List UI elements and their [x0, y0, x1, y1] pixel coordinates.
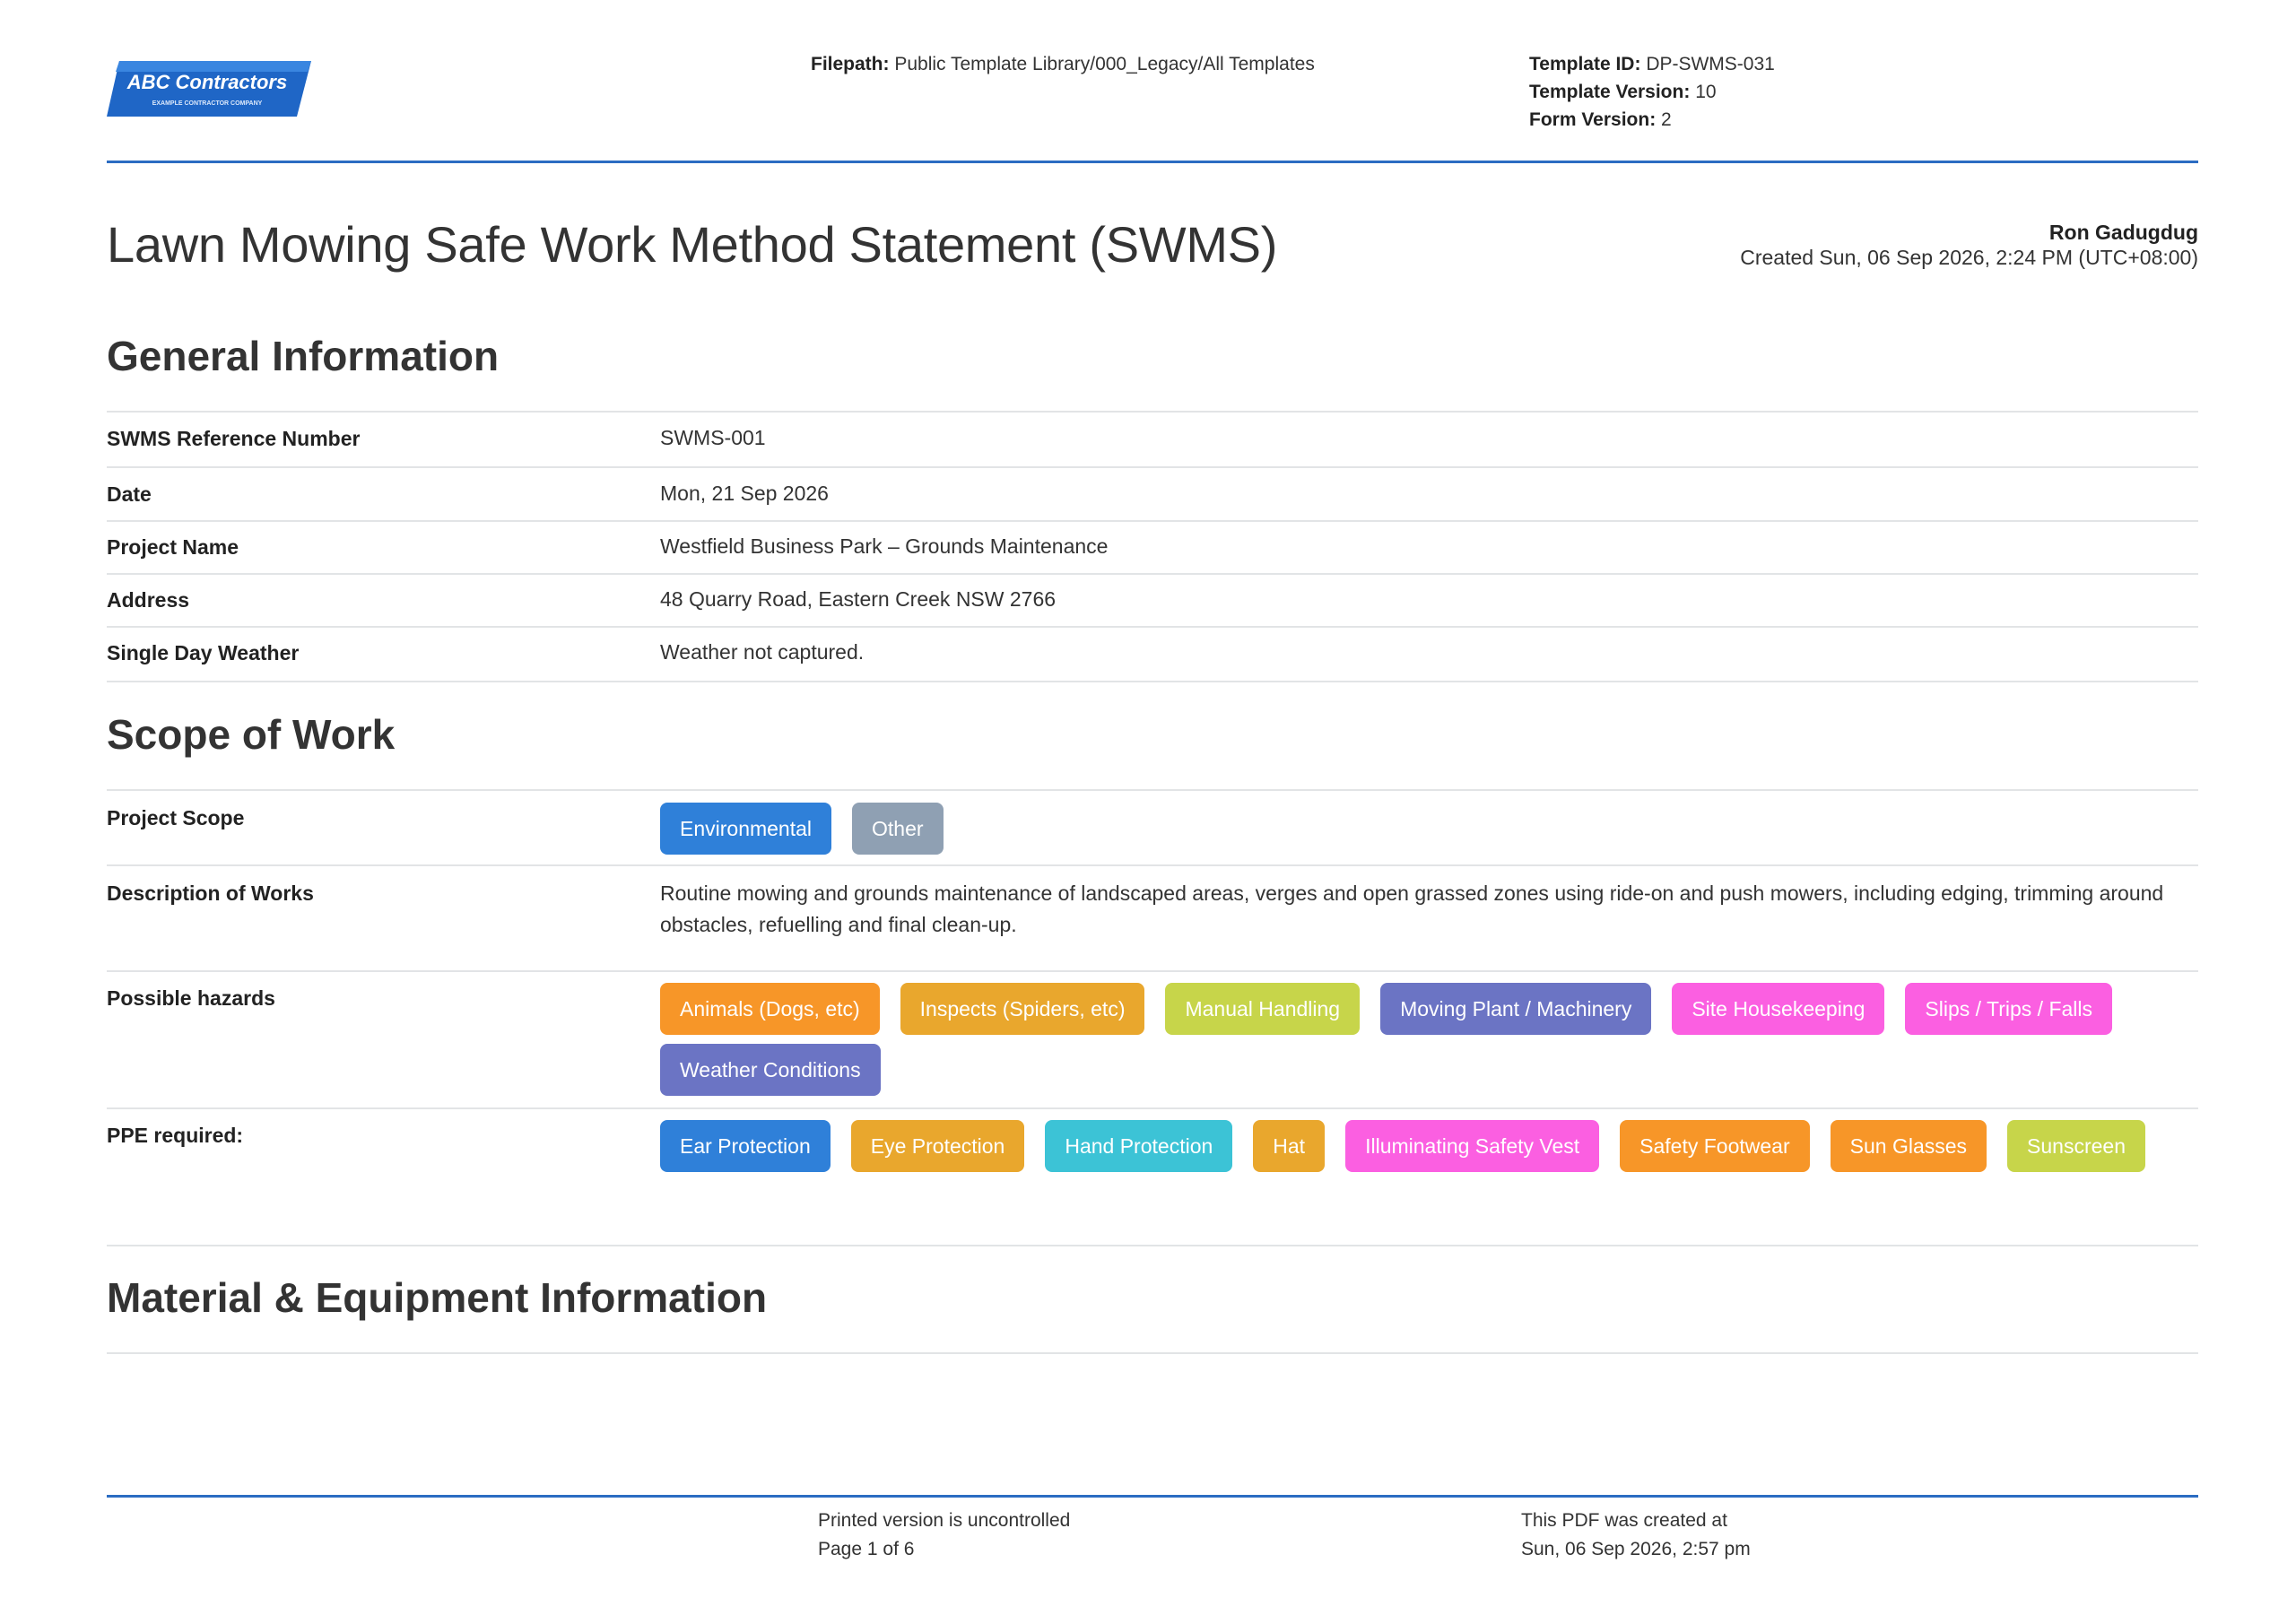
- pdf-created-label: This PDF was created at: [1521, 1510, 1727, 1531]
- field-value-description: Routine mowing and grounds maintenance o…: [660, 881, 2164, 936]
- section-scope-of-work: Scope of Work: [107, 711, 396, 758]
- tag-badge: Ear Protection: [660, 1120, 831, 1172]
- field-label-reference: SWMS Reference Number: [107, 427, 361, 450]
- divider: [107, 520, 2198, 522]
- divider: [107, 681, 2198, 682]
- template-version-value: 10: [1695, 82, 1717, 102]
- pdf-created-value: Sun, 06 Sep 2026, 2:57 pm: [1521, 1539, 1751, 1559]
- divider: [107, 1352, 2198, 1354]
- hazard-tags: Animals (Dogs, etc) Inspects (Spiders, et…: [660, 983, 2198, 1096]
- filepath-label: Filepath:: [811, 54, 890, 74]
- template-version: Template Version: 10: [1529, 78, 1775, 106]
- field-label-address: Address: [107, 588, 190, 612]
- form-version: Form Version: 2: [1529, 106, 1775, 134]
- filepath-value: Public Template Library/000_Legacy/All T…: [894, 54, 1315, 74]
- divider: [107, 573, 2198, 575]
- template-version-label: Template Version:: [1529, 82, 1691, 102]
- field-value-weather: Weather not captured.: [660, 640, 865, 664]
- tag-badge: Sun Glasses: [1830, 1120, 1987, 1172]
- field-value-date: Mon, 21 Sep 2026: [660, 482, 829, 505]
- divider: [107, 1245, 2198, 1246]
- tag-badge: Environmental: [660, 803, 832, 855]
- tag-badge: Other: [852, 803, 944, 855]
- field-label-weather: Single Day Weather: [107, 641, 300, 664]
- field-value-address: 48 Quarry Road, Eastern Creek NSW 2766: [660, 587, 1057, 611]
- logo-text: ABC Contractors: [126, 71, 287, 93]
- tag-badge: Illuminating Safety Vest: [1345, 1120, 1600, 1172]
- divider: [107, 626, 2198, 628]
- template-meta: Template ID: DP-SWMS-031 Template Versio…: [1529, 50, 1775, 134]
- form-version-value: 2: [1661, 109, 1672, 130]
- divider: [107, 466, 2198, 468]
- page-header: ABC Contractors EXAMPLE CONTRACTOR COMPA…: [107, 50, 2198, 163]
- author-name: Ron Gadugdug: [2048, 221, 2198, 244]
- field-label-ppe: PPE required:: [107, 1124, 244, 1147]
- tag-badge: Safety Footwear: [1620, 1120, 1810, 1172]
- divider: [107, 970, 2198, 972]
- project-scope-tags: Environmental Other: [660, 803, 2198, 855]
- footer-page-info: Printed version is uncontrolled Page 1 o…: [818, 1507, 1070, 1564]
- tag-badge: Hand Protection: [1045, 1120, 1233, 1172]
- tag-badge: Inspects (Spiders, etc): [900, 983, 1145, 1035]
- field-value-project-name: Westfield Business Park – Grounds Mainte…: [660, 534, 1109, 558]
- tag-badge: Site Housekeeping: [1672, 983, 1885, 1035]
- divider: [107, 1107, 2198, 1109]
- uncontrolled-notice: Printed version is uncontrolled: [818, 1510, 1071, 1531]
- template-id-label: Template ID:: [1529, 54, 1641, 74]
- field-label-project-scope: Project Scope: [107, 806, 245, 829]
- template-id: Template ID: DP-SWMS-031: [1529, 50, 1775, 78]
- tag-badge: Eye Protection: [850, 1120, 1025, 1172]
- field-label-description: Description of Works: [107, 881, 314, 905]
- field-label-date: Date: [107, 482, 152, 506]
- tag-badge: Moving Plant / Machinery: [1380, 983, 1652, 1035]
- divider: [107, 864, 2198, 866]
- tag-badge: Sunscreen: [2007, 1120, 2145, 1172]
- section-general-information: General Information: [107, 333, 500, 379]
- filepath: Filepath: Public Template Library/000_Le…: [811, 50, 1315, 78]
- tag-badge: Slips / Trips / Falls: [1905, 983, 2113, 1035]
- divider: [107, 411, 2198, 413]
- field-label-hazards: Possible hazards: [107, 986, 275, 1010]
- divider: [107, 789, 2198, 791]
- tag-badge: Hat: [1253, 1120, 1326, 1172]
- tag-badge: Manual Handling: [1165, 983, 1361, 1035]
- ppe-tags: Ear Protection Eye Protection Hand Protect…: [660, 1120, 2198, 1172]
- template-id-value: DP-SWMS-031: [1646, 54, 1775, 74]
- document-title: Lawn Mowing Safe Work Method Statement (…: [107, 216, 1278, 273]
- tag-badge: Weather Conditions: [660, 1044, 881, 1096]
- section-material-equipment: Material & Equipment Information: [107, 1274, 768, 1321]
- company-logo: ABC Contractors EXAMPLE CONTRACTOR COMPA…: [107, 59, 311, 118]
- footer-created-info: This PDF was created at Sun, 06 Sep 2026…: [1521, 1507, 1751, 1564]
- field-value-reference: SWMS-001: [660, 426, 766, 449]
- logo-subtext: EXAMPLE CONTRACTOR COMPANY: [152, 100, 263, 107]
- tag-badge: Animals (Dogs, etc): [660, 983, 880, 1035]
- page-number: Page 1 of 6: [818, 1539, 915, 1559]
- author-block: Ron Gadugdug Created Sun, 06 Sep 2026, 2…: [1740, 220, 2198, 270]
- created-timestamp: Created Sun, 06 Sep 2026, 2:24 PM (UTC+0…: [1740, 246, 2198, 269]
- field-label-project-name: Project Name: [107, 535, 239, 559]
- form-version-label: Form Version:: [1529, 109, 1657, 130]
- footer-divider: [107, 1495, 2198, 1498]
